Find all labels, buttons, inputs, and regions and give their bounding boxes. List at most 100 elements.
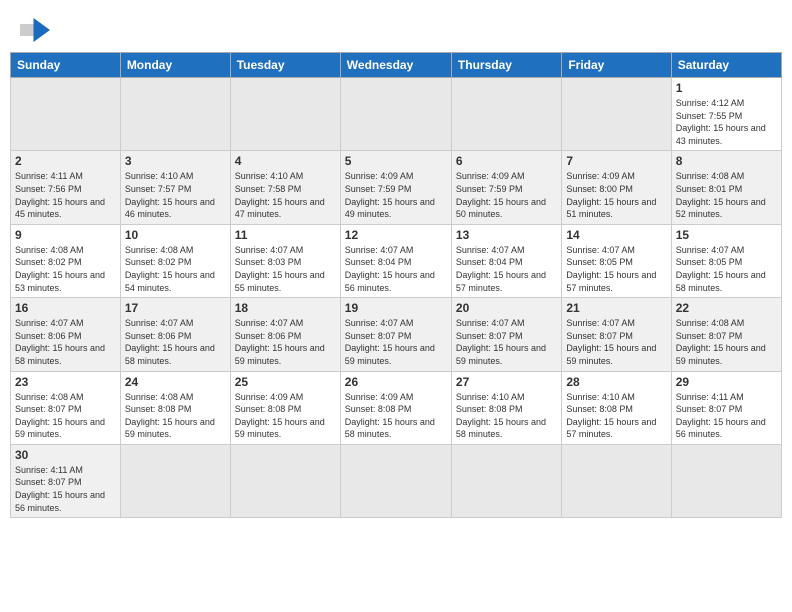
- day-info: Sunrise: 4:07 AM Sunset: 8:07 PM Dayligh…: [566, 317, 666, 367]
- week-row-2: 2 Sunrise: 4:11 AM Sunset: 7:56 PM Daylig…: [11, 151, 782, 224]
- day-number: 15: [676, 228, 777, 242]
- calendar-cell: [562, 444, 671, 517]
- calendar-cell: 11 Sunrise: 4:07 AM Sunset: 8:03 PM Dayli…: [230, 224, 340, 297]
- day-number: 1: [676, 81, 777, 95]
- day-number: 4: [235, 154, 336, 168]
- calendar-cell: [120, 78, 230, 151]
- calendar-cell: [671, 444, 781, 517]
- day-number: 9: [15, 228, 116, 242]
- day-info: Sunrise: 4:07 AM Sunset: 8:07 PM Dayligh…: [345, 317, 447, 367]
- calendar-cell: 19 Sunrise: 4:07 AM Sunset: 8:07 PM Dayli…: [340, 298, 451, 371]
- calendar-cell: [340, 444, 451, 517]
- day-info: Sunrise: 4:08 AM Sunset: 8:02 PM Dayligh…: [15, 244, 116, 294]
- day-info: Sunrise: 4:11 AM Sunset: 8:07 PM Dayligh…: [15, 464, 116, 514]
- day-info: Sunrise: 4:07 AM Sunset: 8:04 PM Dayligh…: [456, 244, 557, 294]
- day-info: Sunrise: 4:11 AM Sunset: 7:56 PM Dayligh…: [15, 170, 116, 220]
- calendar-cell: 1 Sunrise: 4:12 AM Sunset: 7:55 PM Daylig…: [671, 78, 781, 151]
- day-info: Sunrise: 4:09 AM Sunset: 8:00 PM Dayligh…: [566, 170, 666, 220]
- day-number: 7: [566, 154, 666, 168]
- calendar-cell: 4 Sunrise: 4:10 AM Sunset: 7:58 PM Daylig…: [230, 151, 340, 224]
- calendar-cell: [230, 78, 340, 151]
- day-info: Sunrise: 4:08 AM Sunset: 8:08 PM Dayligh…: [125, 391, 226, 441]
- calendar-cell: [562, 78, 671, 151]
- day-info: Sunrise: 4:09 AM Sunset: 7:59 PM Dayligh…: [456, 170, 557, 220]
- day-number: 30: [15, 448, 116, 462]
- calendar-cell: 15 Sunrise: 4:07 AM Sunset: 8:05 PM Dayli…: [671, 224, 781, 297]
- logo-icon: [20, 18, 50, 42]
- weekday-header-wednesday: Wednesday: [340, 53, 451, 78]
- week-row-5: 23Sunrise: 4:08 AM Sunset: 8:07 PM Dayli…: [11, 371, 782, 444]
- calendar-cell: 7 Sunrise: 4:09 AM Sunset: 8:00 PM Daylig…: [562, 151, 671, 224]
- calendar-cell: 28 Sunrise: 4:10 AM Sunset: 8:08 PM Dayli…: [562, 371, 671, 444]
- calendar-cell: 24 Sunrise: 4:08 AM Sunset: 8:08 PM Dayli…: [120, 371, 230, 444]
- day-info: Sunrise: 4:08 AM Sunset: 8:07 PM Dayligh…: [676, 317, 777, 367]
- day-number: 11: [235, 228, 336, 242]
- day-number: 25: [235, 375, 336, 389]
- calendar-table: SundayMondayTuesdayWednesdayThursdayFrid…: [10, 52, 782, 518]
- weekday-header-row: SundayMondayTuesdayWednesdayThursdayFrid…: [11, 53, 782, 78]
- weekday-header-thursday: Thursday: [451, 53, 561, 78]
- day-info: Sunrise: 4:07 AM Sunset: 8:05 PM Dayligh…: [676, 244, 777, 294]
- day-info: Sunrise: 4:11 AM Sunset: 8:07 PM Dayligh…: [676, 391, 777, 441]
- day-info: Sunrise: 4:07 AM Sunset: 8:03 PM Dayligh…: [235, 244, 336, 294]
- calendar-cell: [230, 444, 340, 517]
- header: [10, 10, 782, 46]
- day-info: Sunrise: 4:07 AM Sunset: 8:07 PM Dayligh…: [456, 317, 557, 367]
- day-info: Sunrise: 4:07 AM Sunset: 8:04 PM Dayligh…: [345, 244, 447, 294]
- week-row-1: 1 Sunrise: 4:12 AM Sunset: 7:55 PM Daylig…: [11, 78, 782, 151]
- logo: [20, 18, 54, 42]
- calendar-cell: 16 Sunrise: 4:07 AM Sunset: 8:06 PM Dayli…: [11, 298, 121, 371]
- calendar-cell: 8 Sunrise: 4:08 AM Sunset: 8:01 PM Daylig…: [671, 151, 781, 224]
- day-number: 2: [15, 154, 116, 168]
- calendar-cell: 9 Sunrise: 4:08 AM Sunset: 8:02 PM Daylig…: [11, 224, 121, 297]
- calendar-cell: 30 Sunrise: 4:11 AM Sunset: 8:07 PM Dayli…: [11, 444, 121, 517]
- day-info: Sunrise: 4:07 AM Sunset: 8:06 PM Dayligh…: [15, 317, 116, 367]
- day-info: Sunrise: 4:09 AM Sunset: 8:08 PM Dayligh…: [345, 391, 447, 441]
- calendar-cell: 18Sunrise: 4:07 AM Sunset: 8:06 PM Dayli…: [230, 298, 340, 371]
- day-number: 26: [345, 375, 447, 389]
- day-number: 22: [676, 301, 777, 315]
- day-number: 19: [345, 301, 447, 315]
- day-number: 28: [566, 375, 666, 389]
- day-number: 18: [235, 301, 336, 315]
- calendar-cell: 27Sunrise: 4:10 AM Sunset: 8:08 PM Dayli…: [451, 371, 561, 444]
- day-number: 14: [566, 228, 666, 242]
- weekday-header-saturday: Saturday: [671, 53, 781, 78]
- weekday-header-friday: Friday: [562, 53, 671, 78]
- week-row-6: 30 Sunrise: 4:11 AM Sunset: 8:07 PM Dayli…: [11, 444, 782, 517]
- day-info: Sunrise: 4:10 AM Sunset: 7:57 PM Dayligh…: [125, 170, 226, 220]
- day-info: Sunrise: 4:08 AM Sunset: 8:02 PM Dayligh…: [125, 244, 226, 294]
- day-number: 6: [456, 154, 557, 168]
- day-number: 17: [125, 301, 226, 315]
- day-info: Sunrise: 4:10 AM Sunset: 8:08 PM Dayligh…: [566, 391, 666, 441]
- calendar-cell: 14 Sunrise: 4:07 AM Sunset: 8:05 PM Dayli…: [562, 224, 671, 297]
- calendar-cell: 22 Sunrise: 4:08 AM Sunset: 8:07 PM Dayli…: [671, 298, 781, 371]
- day-info: Sunrise: 4:07 AM Sunset: 8:06 PM Dayligh…: [125, 317, 226, 367]
- day-number: 3: [125, 154, 226, 168]
- calendar-cell: 3 Sunrise: 4:10 AM Sunset: 7:57 PM Daylig…: [120, 151, 230, 224]
- day-info: Sunrise: 4:09 AM Sunset: 7:59 PM Dayligh…: [345, 170, 447, 220]
- day-number: 16: [15, 301, 116, 315]
- weekday-header-sunday: Sunday: [11, 53, 121, 78]
- calendar-cell: 23Sunrise: 4:08 AM Sunset: 8:07 PM Dayli…: [11, 371, 121, 444]
- day-number: 10: [125, 228, 226, 242]
- calendar-cell: [340, 78, 451, 151]
- day-info: Sunrise: 4:10 AM Sunset: 7:58 PM Dayligh…: [235, 170, 336, 220]
- day-number: 5: [345, 154, 447, 168]
- calendar-cell: [120, 444, 230, 517]
- calendar-cell: 20Sunrise: 4:07 AM Sunset: 8:07 PM Dayli…: [451, 298, 561, 371]
- day-info: Sunrise: 4:09 AM Sunset: 8:08 PM Dayligh…: [235, 391, 336, 441]
- day-number: 8: [676, 154, 777, 168]
- calendar-cell: 5 Sunrise: 4:09 AM Sunset: 7:59 PM Daylig…: [340, 151, 451, 224]
- day-number: 12: [345, 228, 447, 242]
- day-info: Sunrise: 4:07 AM Sunset: 8:05 PM Dayligh…: [566, 244, 666, 294]
- day-info: Sunrise: 4:12 AM Sunset: 7:55 PM Dayligh…: [676, 97, 777, 147]
- calendar-cell: 17 Sunrise: 4:07 AM Sunset: 8:06 PM Dayli…: [120, 298, 230, 371]
- day-number: 24: [125, 375, 226, 389]
- week-row-4: 16 Sunrise: 4:07 AM Sunset: 8:06 PM Dayli…: [11, 298, 782, 371]
- day-info: Sunrise: 4:08 AM Sunset: 8:01 PM Dayligh…: [676, 170, 777, 220]
- day-number: 29: [676, 375, 777, 389]
- day-number: 13: [456, 228, 557, 242]
- calendar-cell: [11, 78, 121, 151]
- calendar-cell: 12 Sunrise: 4:07 AM Sunset: 8:04 PM Dayli…: [340, 224, 451, 297]
